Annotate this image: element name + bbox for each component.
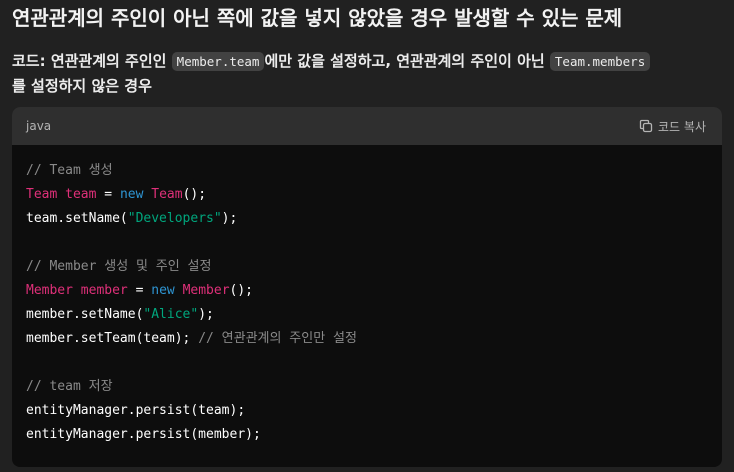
inline-code-team-members: Team.members bbox=[549, 52, 651, 71]
code-token: entityManager.persist(member); bbox=[26, 427, 261, 442]
code-token: Team bbox=[151, 187, 183, 202]
code-block: java 코드 복사 // Team 생성 Team team = new Tea… bbox=[12, 107, 722, 467]
description-paragraph: 코드: 연관관계의 주인인 Member.team 에만 값을 설정하고, 연관관… bbox=[12, 49, 726, 99]
code-token: Team bbox=[26, 187, 58, 202]
section-heading: 연관관계의 주인이 아닌 쪽에 값을 넣지 않았을 경우 발생할 수 있는 문제 bbox=[12, 6, 623, 30]
chat-response: 연관관계의 주인이 아닌 쪽에 값을 넣지 않았을 경우 발생할 수 있는 문제… bbox=[0, 0, 734, 472]
code-token: "Developers" bbox=[127, 211, 222, 226]
code-line: // Team 생성 bbox=[26, 159, 708, 183]
code-language-label: java bbox=[26, 119, 52, 133]
code-token: team.setName( bbox=[26, 211, 128, 226]
code-line: member.setName("Alice"); bbox=[26, 303, 708, 327]
code-token: member.setTeam(team); bbox=[26, 331, 199, 346]
code-token: Member bbox=[182, 283, 230, 298]
description-text: 코드: 연관관계의 주인인 bbox=[12, 52, 172, 70]
code-token: member.setName( bbox=[26, 307, 144, 322]
code-line: Team team = new Team(); bbox=[26, 183, 708, 207]
code-token: team bbox=[65, 187, 97, 202]
code-token: ); bbox=[221, 211, 238, 226]
description-text: 를 설정하지 않은 경우 bbox=[12, 77, 152, 95]
code-token: = bbox=[96, 187, 120, 202]
code-token: ); bbox=[198, 307, 214, 322]
code-token: // Member 생성 및 주인 설정 bbox=[26, 259, 212, 274]
code-token: // 연관관계의 주인만 설정 bbox=[198, 331, 357, 346]
code-line: Member member = new Member(); bbox=[26, 279, 708, 303]
code-token: // Team 생성 bbox=[26, 163, 113, 178]
code-token: member bbox=[80, 283, 128, 298]
code-token: "Alice" bbox=[143, 307, 199, 322]
code-line: team.setName("Developers"); bbox=[26, 207, 708, 231]
code-line: entityManager.persist(team); bbox=[26, 399, 708, 423]
inline-code-member-team: Member.team bbox=[171, 52, 265, 71]
description-text: 에만 값을 설정하고, 연관관계의 주인이 아닌 bbox=[264, 52, 550, 70]
code-token: entityManager.persist(team); bbox=[26, 403, 246, 418]
code-token: (); bbox=[182, 187, 207, 202]
code-line: entityManager.persist(member); bbox=[26, 423, 708, 447]
code-line: // team 저장 bbox=[26, 375, 708, 399]
code-token: new bbox=[119, 187, 144, 202]
code-block-header: java 코드 복사 bbox=[12, 107, 722, 145]
code-line: member.setTeam(team); // 연관관계의 주인만 설정 bbox=[26, 327, 708, 351]
copy-code-button[interactable]: 코드 복사 bbox=[639, 118, 706, 135]
code-token: new bbox=[151, 283, 175, 298]
code-token: = bbox=[127, 283, 152, 298]
copy-code-label: 코드 복사 bbox=[658, 119, 706, 134]
code-line: // Member 생성 및 주인 설정 bbox=[26, 255, 708, 279]
copy-icon bbox=[639, 119, 653, 133]
code-token: Member bbox=[26, 283, 73, 298]
code-token: (); bbox=[229, 283, 254, 298]
code-content: // Team 생성 Team team = new Team(); team.se… bbox=[12, 145, 722, 461]
code-token: // team 저장 bbox=[26, 379, 113, 394]
